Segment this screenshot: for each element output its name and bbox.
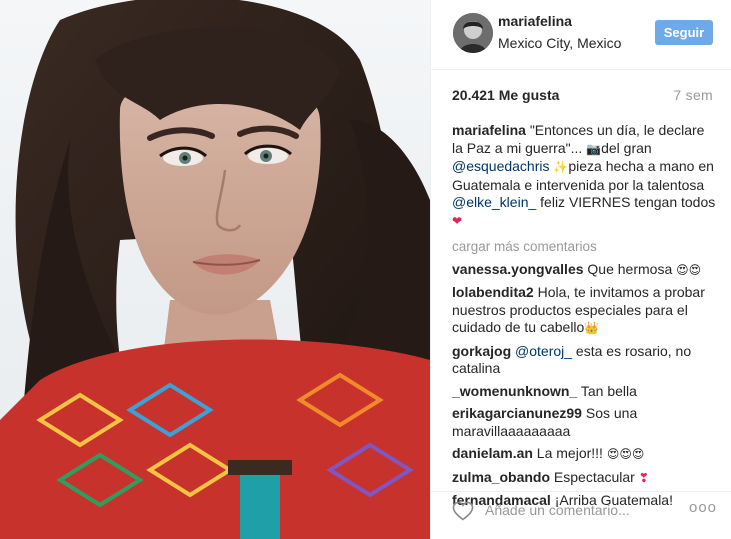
comment-text: Que hermosa bbox=[583, 260, 677, 277]
comment-username[interactable]: lolabendita2 bbox=[452, 284, 534, 300]
instagram-post: mariafelina Mexico City, Mexico Seguir 2… bbox=[0, 0, 731, 539]
comment-item: zulma_obando Espectacular ❣ bbox=[452, 469, 717, 488]
likes-count[interactable]: 20.421 Me gusta bbox=[452, 87, 559, 103]
comment-username[interactable]: erikagarcianunez99 bbox=[452, 405, 582, 421]
post-sidebar: mariafelina Mexico City, Mexico Seguir 2… bbox=[430, 0, 731, 539]
comment-username[interactable]: gorkajog bbox=[452, 343, 511, 359]
caption-username[interactable]: mariafelina bbox=[452, 122, 526, 138]
follow-button[interactable]: Seguir bbox=[655, 20, 713, 45]
comment-mention[interactable]: @oteroj_ bbox=[515, 343, 572, 359]
header-username[interactable]: mariafelina bbox=[498, 13, 572, 29]
comment-text: La mejor!!! bbox=[532, 445, 607, 461]
comment-username[interactable]: _womenunknown_ bbox=[452, 383, 577, 399]
comment-text: Espectacular bbox=[550, 468, 639, 485]
caption-text-4: feliz VIERNES tengan todos bbox=[536, 194, 716, 210]
header-location[interactable]: Mexico City, Mexico bbox=[498, 35, 621, 51]
comment-item: erikagarcianunez99 Sos una maravillaaaaa… bbox=[452, 405, 717, 440]
comment-username[interactable]: danielam.an bbox=[452, 445, 533, 461]
comment-text: Tan bella bbox=[577, 382, 637, 399]
comment-username[interactable]: vanessa.yongvalles bbox=[452, 261, 584, 277]
comment-item: danielam.an La mejor!!! 😍😍😍 bbox=[452, 445, 717, 464]
crown-icon: 👑 bbox=[584, 321, 600, 335]
post-header: mariafelina Mexico City, Mexico Seguir bbox=[431, 0, 731, 70]
comment-item: gorkajog @oteroj_ esta es rosario, no ca… bbox=[452, 343, 717, 378]
camera-icon: 📷 bbox=[586, 141, 602, 156]
sparkles-icon: ✨ bbox=[553, 160, 569, 174]
portrait-image bbox=[0, 0, 430, 539]
caption-mention-2[interactable]: @elke_klein_ bbox=[452, 194, 536, 210]
more-options-icon[interactable]: ooo bbox=[689, 499, 717, 516]
comment-item: lolabendita2 Hola, te invitamos a probar… bbox=[452, 284, 717, 338]
post-photo[interactable] bbox=[0, 0, 430, 539]
post-stats: 20.421 Me gusta 7 sem bbox=[452, 87, 713, 107]
caption-mention-1[interactable]: @esquedachris bbox=[452, 158, 550, 174]
comment-item: _womenunknown_ Tan bella bbox=[452, 383, 717, 401]
post-caption: mariafelina "Entonces un día, le declare… bbox=[452, 122, 717, 230]
comment-item: vanessa.yongvalles Que hermosa 😍😍 bbox=[452, 261, 717, 280]
heart-exclamation-icon: ❣ bbox=[638, 470, 649, 485]
load-more-comments[interactable]: cargar más comentarios bbox=[452, 238, 717, 256]
comments-list: mariafelina "Entonces un día, le declare… bbox=[452, 122, 717, 515]
comment-username[interactable]: zulma_obando bbox=[452, 469, 550, 485]
post-age[interactable]: 7 sem bbox=[673, 87, 713, 103]
red-heart-icon: ❤ bbox=[452, 213, 463, 228]
add-comment-input[interactable]: Añade un comentario... bbox=[485, 502, 630, 518]
avatar[interactable] bbox=[453, 13, 493, 53]
heart-eyes-icon: 😍😍😍 bbox=[606, 447, 645, 461]
heart-outline-icon[interactable] bbox=[451, 499, 475, 523]
post-footer: Añade un comentario... ooo bbox=[431, 491, 731, 539]
caption-text-2: del gran bbox=[601, 139, 652, 156]
heart-eyes-icon: 😍😍 bbox=[676, 262, 702, 277]
